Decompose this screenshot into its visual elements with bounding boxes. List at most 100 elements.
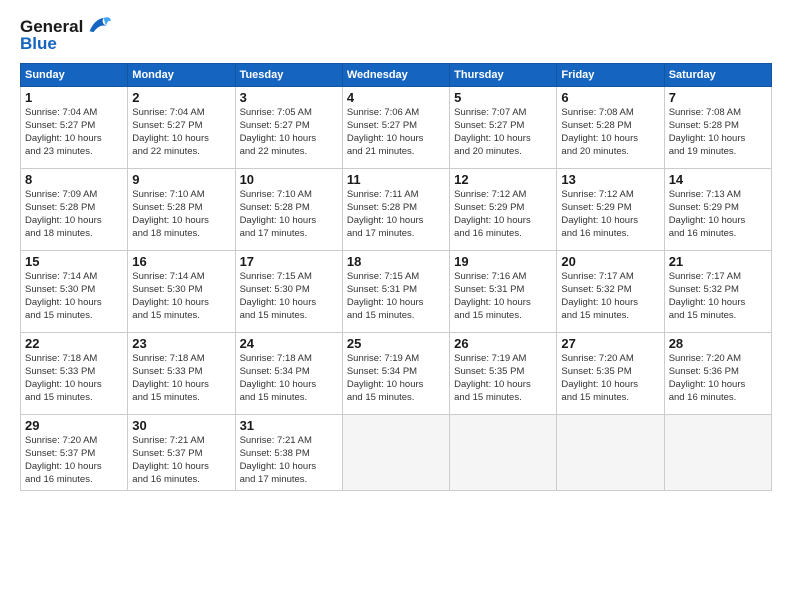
weekday-header-cell: Friday [557,64,664,87]
day-info: Sunrise: 7:11 AM Sunset: 5:28 PM Dayligh… [347,189,445,240]
day-number: 25 [347,336,445,351]
calendar-cell: 27 Sunrise: 7:20 AM Sunset: 5:35 PM Dayli… [557,333,664,415]
day-number: 26 [454,336,552,351]
calendar-cell: 28 Sunrise: 7:20 AM Sunset: 5:36 PM Dayli… [664,333,771,415]
weekday-header-cell: Saturday [664,64,771,87]
calendar-week-row: 8 Sunrise: 7:09 AM Sunset: 5:28 PM Daylig… [21,169,772,251]
calendar-cell: 11 Sunrise: 7:11 AM Sunset: 5:28 PM Dayli… [342,169,449,251]
day-number: 16 [132,254,230,269]
day-info: Sunrise: 7:04 AM Sunset: 5:27 PM Dayligh… [132,107,230,158]
logo-blue: Blue [20,35,112,54]
day-info: Sunrise: 7:18 AM Sunset: 5:33 PM Dayligh… [25,353,123,404]
calendar-cell: 30 Sunrise: 7:21 AM Sunset: 5:37 PM Dayli… [128,415,235,490]
day-info: Sunrise: 7:17 AM Sunset: 5:32 PM Dayligh… [669,271,767,322]
day-info: Sunrise: 7:05 AM Sunset: 5:27 PM Dayligh… [240,107,338,158]
day-info: Sunrise: 7:10 AM Sunset: 5:28 PM Dayligh… [240,189,338,240]
day-info: Sunrise: 7:04 AM Sunset: 5:27 PM Dayligh… [25,107,123,158]
weekday-header-cell: Monday [128,64,235,87]
day-info: Sunrise: 7:09 AM Sunset: 5:28 PM Dayligh… [25,189,123,240]
calendar-cell: 6 Sunrise: 7:08 AM Sunset: 5:28 PM Daylig… [557,87,664,169]
day-info: Sunrise: 7:21 AM Sunset: 5:37 PM Dayligh… [132,435,230,486]
calendar-cell: 1 Sunrise: 7:04 AM Sunset: 5:27 PM Daylig… [21,87,128,169]
calendar-cell: 29 Sunrise: 7:20 AM Sunset: 5:37 PM Dayli… [21,415,128,490]
day-info: Sunrise: 7:06 AM Sunset: 5:27 PM Dayligh… [347,107,445,158]
logo-bird-icon [86,14,112,36]
day-number: 15 [25,254,123,269]
day-info: Sunrise: 7:20 AM Sunset: 5:36 PM Dayligh… [669,353,767,404]
day-info: Sunrise: 7:19 AM Sunset: 5:34 PM Dayligh… [347,353,445,404]
calendar-cell [450,415,557,490]
day-info: Sunrise: 7:12 AM Sunset: 5:29 PM Dayligh… [454,189,552,240]
day-number: 24 [240,336,338,351]
calendar-cell: 17 Sunrise: 7:15 AM Sunset: 5:30 PM Dayli… [235,251,342,333]
day-info: Sunrise: 7:10 AM Sunset: 5:28 PM Dayligh… [132,189,230,240]
day-number: 2 [132,90,230,105]
day-info: Sunrise: 7:20 AM Sunset: 5:35 PM Dayligh… [561,353,659,404]
calendar-cell: 12Sunrise: 7:12 AM Sunset: 5:29 PM Dayli… [450,169,557,251]
day-number: 10 [240,172,338,187]
calendar-cell [342,415,449,490]
day-number: 30 [132,418,230,433]
weekday-header-cell: Wednesday [342,64,449,87]
day-number: 20 [561,254,659,269]
day-number: 7 [669,90,767,105]
calendar-week-row: 29 Sunrise: 7:20 AM Sunset: 5:37 PM Dayli… [21,415,772,490]
day-number: 11 [347,172,445,187]
weekday-header-cell: Thursday [450,64,557,87]
calendar-cell: 3 Sunrise: 7:05 AM Sunset: 5:27 PM Daylig… [235,87,342,169]
calendar-cell: 20 Sunrise: 7:17 AM Sunset: 5:32 PM Dayli… [557,251,664,333]
day-info: Sunrise: 7:21 AM Sunset: 5:38 PM Dayligh… [240,435,338,486]
day-number: 28 [669,336,767,351]
day-number: 6 [561,90,659,105]
day-number: 22 [25,336,123,351]
calendar-cell: 4 Sunrise: 7:06 AM Sunset: 5:27 PM Daylig… [342,87,449,169]
day-info: Sunrise: 7:15 AM Sunset: 5:31 PM Dayligh… [347,271,445,322]
calendar-cell: 16 Sunrise: 7:14 AM Sunset: 5:30 PM Dayli… [128,251,235,333]
day-number: 9 [132,172,230,187]
day-number: 19 [454,254,552,269]
calendar-cell [557,415,664,490]
calendar-cell: 22 Sunrise: 7:18 AM Sunset: 5:33 PM Dayli… [21,333,128,415]
day-info: Sunrise: 7:08 AM Sunset: 5:28 PM Dayligh… [561,107,659,158]
day-info: Sunrise: 7:14 AM Sunset: 5:30 PM Dayligh… [132,271,230,322]
day-number: 17 [240,254,338,269]
calendar-cell: 26 Sunrise: 7:19 AM Sunset: 5:35 PM Dayli… [450,333,557,415]
day-info: Sunrise: 7:15 AM Sunset: 5:30 PM Dayligh… [240,271,338,322]
calendar-body: 1 Sunrise: 7:04 AM Sunset: 5:27 PM Daylig… [21,87,772,490]
calendar-cell: 8 Sunrise: 7:09 AM Sunset: 5:28 PM Daylig… [21,169,128,251]
day-number: 8 [25,172,123,187]
calendar-cell: 18 Sunrise: 7:15 AM Sunset: 5:31 PM Dayli… [342,251,449,333]
calendar-cell: 23 Sunrise: 7:18 AM Sunset: 5:33 PM Dayli… [128,333,235,415]
logo: General Blue [20,18,112,53]
day-number: 3 [240,90,338,105]
day-number: 23 [132,336,230,351]
day-info: Sunrise: 7:20 AM Sunset: 5:37 PM Dayligh… [25,435,123,486]
day-info: Sunrise: 7:12 AM Sunset: 5:29 PM Dayligh… [561,189,659,240]
day-number: 13 [561,172,659,187]
day-info: Sunrise: 7:17 AM Sunset: 5:32 PM Dayligh… [561,271,659,322]
calendar-cell: 10 Sunrise: 7:10 AM Sunset: 5:28 PM Dayli… [235,169,342,251]
day-number: 5 [454,90,552,105]
day-info: Sunrise: 7:19 AM Sunset: 5:35 PM Dayligh… [454,353,552,404]
calendar-cell: 9 Sunrise: 7:10 AM Sunset: 5:28 PM Daylig… [128,169,235,251]
day-info: Sunrise: 7:16 AM Sunset: 5:31 PM Dayligh… [454,271,552,322]
calendar-cell: 31Sunrise: 7:21 AM Sunset: 5:38 PM Dayli… [235,415,342,490]
day-number: 18 [347,254,445,269]
day-number: 21 [669,254,767,269]
calendar-week-row: 1 Sunrise: 7:04 AM Sunset: 5:27 PM Daylig… [21,87,772,169]
day-number: 1 [25,90,123,105]
day-info: Sunrise: 7:18 AM Sunset: 5:33 PM Dayligh… [132,353,230,404]
day-info: Sunrise: 7:07 AM Sunset: 5:27 PM Dayligh… [454,107,552,158]
day-number: 27 [561,336,659,351]
day-info: Sunrise: 7:14 AM Sunset: 5:30 PM Dayligh… [25,271,123,322]
calendar-cell: 2 Sunrise: 7:04 AM Sunset: 5:27 PM Daylig… [128,87,235,169]
calendar-cell: 21 Sunrise: 7:17 AM Sunset: 5:32 PM Dayli… [664,251,771,333]
page: General Blue SundayMondayTuesdayWednesda… [0,0,792,612]
day-number: 4 [347,90,445,105]
calendar-cell: 13 Sunrise: 7:12 AM Sunset: 5:29 PM Dayli… [557,169,664,251]
day-info: Sunrise: 7:08 AM Sunset: 5:28 PM Dayligh… [669,107,767,158]
header: General Blue [20,18,772,53]
day-number: 29 [25,418,123,433]
calendar: SundayMondayTuesdayWednesdayThursdayFrid… [20,63,772,490]
calendar-cell: 19 Sunrise: 7:16 AM Sunset: 5:31 PM Dayli… [450,251,557,333]
